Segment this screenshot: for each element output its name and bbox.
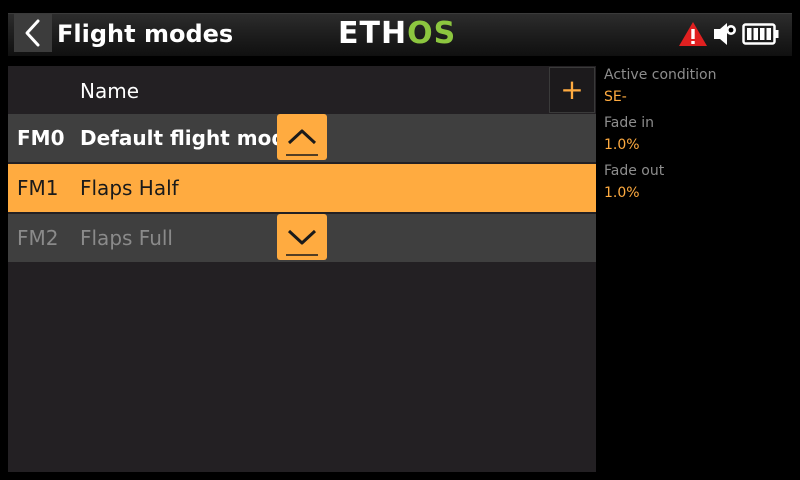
move-down-button[interactable]: [277, 214, 327, 260]
plus-icon: +: [560, 73, 584, 106]
logo-text-eth: ETH: [338, 16, 408, 51]
flight-mode-row-fm1[interactable]: FM1 Flaps Half: [8, 164, 596, 212]
ethos-logo: ETHOS: [338, 18, 456, 50]
flight-mode-name: Flaps Full: [80, 226, 173, 250]
flight-mode-details: Active condition SE- Fade in 1.0% Fade o…: [604, 64, 794, 208]
fade-out-label: Fade out: [604, 163, 665, 179]
add-flight-mode-button[interactable]: +: [549, 67, 595, 113]
status-icons: [678, 18, 780, 50]
page-title: Flight modes: [57, 20, 234, 48]
flight-mode-list: Name + FM0 Default flight mode FM1 Flaps…: [8, 66, 596, 472]
chevron-left-icon: [25, 19, 40, 47]
warning-icon[interactable]: [678, 20, 708, 48]
flight-mode-id: FM0: [17, 126, 65, 150]
chevron-down-icon: [286, 229, 318, 256]
back-button[interactable]: [14, 14, 52, 52]
flight-mode-name: Flaps Half: [80, 176, 179, 200]
header: Flight modes ETHOS: [0, 0, 800, 64]
fade-in-label: Fade in: [604, 115, 655, 131]
logo-text-os: OS: [407, 16, 457, 51]
battery-icon: [742, 23, 779, 45]
fade-out-value: 1.0%: [604, 185, 640, 201]
column-header-name: Name: [80, 79, 140, 103]
move-up-button[interactable]: [277, 114, 327, 160]
flight-mode-id: FM2: [17, 226, 59, 250]
flight-mode-name: Default flight mode: [80, 126, 300, 150]
fade-in-value: 1.0%: [604, 137, 640, 153]
chevron-up-icon: [286, 129, 318, 156]
flight-mode-id: FM1: [17, 176, 59, 200]
active-condition-value: SE-: [604, 89, 627, 105]
active-condition-label: Active condition: [604, 67, 717, 83]
volume-icon[interactable]: [712, 20, 738, 48]
